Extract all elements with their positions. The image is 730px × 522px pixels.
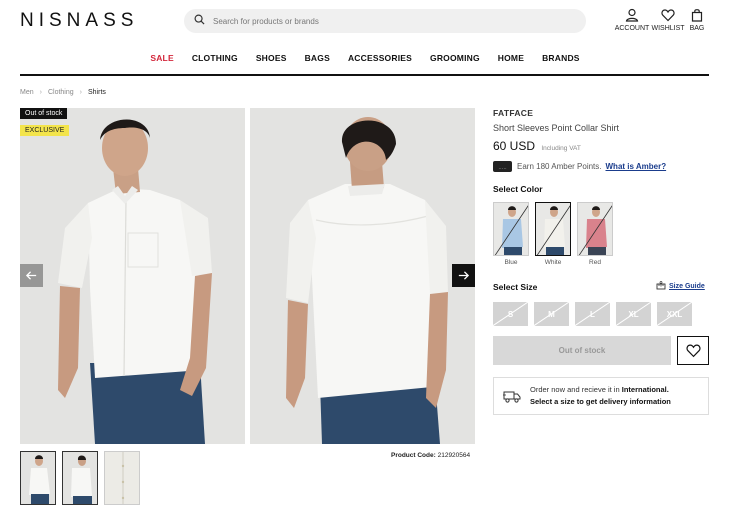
breadcrumb-current: Shirts [88,89,106,96]
size-option-s[interactable]: S [493,302,528,326]
breadcrumb: Men › Clothing › Shirts [20,89,106,96]
site-logo[interactable]: NISNASS [20,10,138,32]
size-option-xl[interactable]: XL [616,302,651,326]
amber-card-icon: ····· [493,161,512,172]
nav-clothing[interactable]: CLOTHING [192,53,238,63]
arrow-right-icon [458,271,470,280]
delivery-line-2: Select a size to get delivery informatio… [530,396,671,408]
exclusive-badge: EXCLUSIVE [20,125,70,136]
nav-bags[interactable]: BAGS [305,53,330,63]
gallery-prev-button[interactable] [20,264,43,287]
add-to-wishlist-button[interactable] [677,336,709,365]
color-label: White [544,259,562,266]
product-code-value: 212920564 [437,452,471,459]
nav-home[interactable]: HOME [498,53,524,63]
size-guide-link[interactable]: Size Guide [656,281,705,291]
truck-icon [503,391,521,403]
user-icon [625,8,639,22]
product-code-label: Product Code: [391,452,436,459]
color-swatch-blue[interactable]: Blue [493,202,529,266]
size-option-m[interactable]: M [534,302,569,326]
vat-note: Including VAT [541,145,581,152]
breadcrumb-men[interactable]: Men [20,89,34,96]
wishlist-label: WISHLIST [651,25,685,32]
delivery-instruction: Select a size to get delivery informatio… [530,397,671,406]
nav-shoes[interactable]: SHOES [256,53,287,63]
thumbnail-strip [20,451,140,505]
account-button[interactable]: ACCOUNT [614,8,650,32]
color-swatch-white[interactable]: White [535,202,571,266]
amber-card-text: ····· [498,166,507,172]
ruler-icon [656,281,666,290]
nav-brands[interactable]: BRANDS [542,53,580,63]
product-brand[interactable]: FATFACE [493,108,533,118]
delivery-text: Order now and recieve it in Internationa… [530,384,671,408]
delivery-prefix: Order now and recieve it in [530,385,620,394]
nav-sale[interactable]: SALE [150,53,173,63]
thumbnail-detail[interactable] [104,451,140,505]
wishlist-button[interactable]: WISHLIST [650,8,686,32]
arrow-left-icon [25,271,37,280]
out-of-stock-button[interactable]: Out of stock [493,336,671,365]
search-input[interactable] [213,16,513,26]
gallery-next-button[interactable] [452,264,475,287]
delivery-destination: International. [621,385,669,394]
color-swatch-image [577,202,613,256]
product-image-back[interactable] [250,108,475,444]
product-name: Short Sleeves Point Collar Shirt [493,123,620,133]
price-value: 60 USD [493,139,536,153]
size-guide-label: Size Guide [669,282,705,290]
product-price: 60 USD Including VAT [493,139,581,153]
heart-icon [661,9,675,22]
shirt-shape [502,219,523,248]
color-swatch-image [493,202,529,256]
main-nav: SALE CLOTHING SHOES BAGS ACCESSORIES GRO… [0,53,730,63]
select-size-heading: Select Size [493,282,538,292]
color-swatch-red[interactable]: Red [577,202,613,266]
delivery-line-1: Order now and recieve it in Internationa… [530,384,671,396]
product-image-front[interactable] [20,108,245,444]
breadcrumb-clothing[interactable]: Clothing [48,89,74,96]
color-options: Blue White Red [493,202,613,266]
select-color-heading: Select Color [493,184,543,194]
what-is-amber-link[interactable]: What is Amber? [606,162,667,171]
bag-icon [691,9,703,22]
bag-button[interactable]: BAG [686,8,708,32]
size-options: S M L XL XXL [493,302,692,326]
nav-grooming[interactable]: GROOMING [430,53,480,63]
amber-points-text: Earn 180 Amber Points. [517,162,602,171]
thumbnail-front[interactable] [20,451,56,505]
color-swatch-image [535,202,571,256]
nav-divider [20,74,709,76]
nav-accessories[interactable]: ACCESSORIES [348,53,412,63]
account-label: ACCOUNT [614,25,650,32]
chevron-right-icon: › [39,89,42,96]
chevron-right-icon: › [79,89,82,96]
color-label: Red [589,259,601,266]
product-code: Product Code: 212920564 [391,452,470,459]
color-label: Blue [504,259,518,266]
thumbnail-back[interactable] [62,451,98,505]
size-option-xxl[interactable]: XXL [657,302,692,326]
search-bar[interactable] [184,9,586,33]
bag-label: BAG [689,25,705,32]
delivery-info: Order now and recieve it in Internationa… [493,377,709,415]
search-icon [194,12,205,30]
size-option-l[interactable]: L [575,302,610,326]
amber-points: ····· Earn 180 Amber Points. What is Amb… [493,161,666,172]
heart-icon [685,344,701,358]
out-of-stock-badge: Out of stock [20,108,68,119]
